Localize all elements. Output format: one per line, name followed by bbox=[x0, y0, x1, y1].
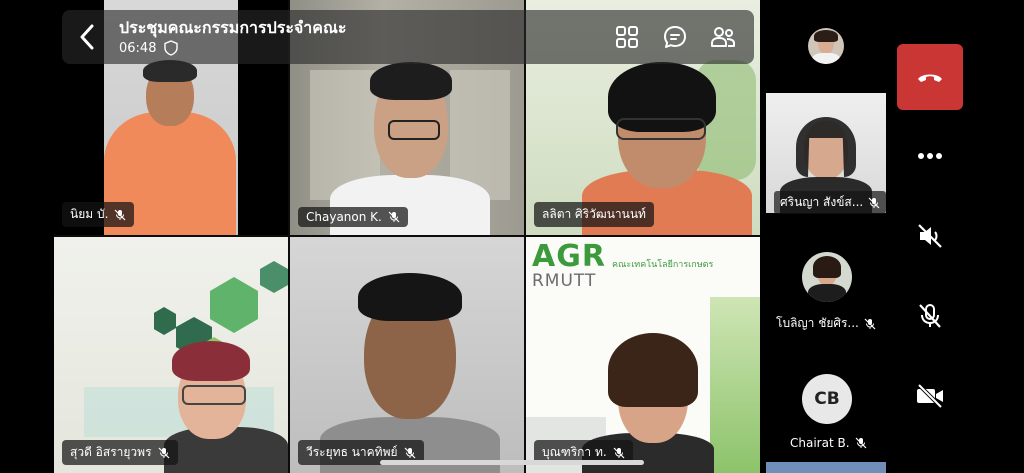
speaker-button[interactable] bbox=[914, 220, 946, 252]
mic-off-icon bbox=[864, 318, 876, 329]
rail-name-tag: ศรินญา สังข์ส... bbox=[774, 191, 887, 214]
participant-name: Chayanon K. bbox=[306, 210, 382, 224]
meeting-timer: 06:48 bbox=[119, 41, 157, 56]
participant-name: ลลิตา ศิริวัฒนานนท์ bbox=[542, 207, 646, 221]
video-tile-4[interactable]: สุวดี อิสรายุวพร bbox=[54, 237, 288, 473]
participant-name: สุวดี อิสรายุวพร bbox=[70, 445, 152, 459]
mic-off-icon bbox=[158, 447, 169, 458]
participant-rail: ศรินญา สังข์ส... โบลิญา ชัยศิร... CB Cha… bbox=[764, 0, 888, 473]
chat-icon[interactable] bbox=[662, 24, 688, 50]
home-indicator[interactable] bbox=[380, 460, 644, 465]
mic-button[interactable] bbox=[914, 300, 946, 332]
video-tile-6[interactable]: AGR RMUTT คณะเทคโนโลยีการเกษตร บุณฑริกา … bbox=[526, 237, 760, 473]
meeting-title: ประชุมคณะกรรมการประจำคณะ bbox=[119, 18, 347, 37]
more-button[interactable] bbox=[914, 140, 946, 172]
shield-icon bbox=[164, 40, 178, 56]
mic-off-icon bbox=[855, 437, 866, 449]
more-icon bbox=[918, 153, 942, 159]
speaker-off-icon bbox=[918, 224, 942, 248]
participant-name: Chairat B. bbox=[790, 436, 850, 450]
participant-video bbox=[526, 237, 760, 473]
participant-avatar[interactable] bbox=[802, 252, 852, 302]
rail-name-tag: Chairat B. bbox=[790, 436, 867, 450]
participant-name: นิยม บั. bbox=[70, 207, 109, 221]
end-call-icon bbox=[918, 74, 942, 82]
camera-off-icon bbox=[917, 383, 943, 409]
mic-off-icon bbox=[613, 447, 625, 458]
mic-off-icon bbox=[388, 211, 400, 223]
grid-view-icon[interactable] bbox=[614, 24, 640, 50]
mic-off-icon bbox=[919, 304, 941, 328]
participants-icon[interactable] bbox=[710, 24, 736, 50]
camera-button[interactable] bbox=[914, 380, 946, 412]
rail-next-tile[interactable] bbox=[766, 462, 886, 473]
video-grid: นิยม บั. Chayanon K. ลลิตา ศิริวัฒนานนท์… bbox=[54, 0, 760, 473]
participant-video bbox=[290, 237, 524, 473]
back-button[interactable] bbox=[72, 22, 102, 52]
participant-name: ศรินญา สังข์ส... bbox=[780, 195, 864, 209]
rail-name-tag: โบลิญา ชัยศิร... bbox=[776, 314, 876, 333]
participant-name-tag: ลลิตา ศิริวัฒนานนท์ bbox=[534, 202, 654, 227]
participant-name: โบลิญา ชัยศิร... bbox=[776, 316, 859, 330]
chevron-left-icon bbox=[80, 24, 94, 50]
participant-video bbox=[54, 237, 288, 473]
video-tile-5[interactable]: วีระยุทธ นาคทิพย์ bbox=[290, 237, 524, 473]
participant-name-tag: นิยม บั. bbox=[62, 202, 135, 227]
mic-off-icon bbox=[114, 209, 126, 220]
meeting-header: ประชุมคณะกรรมการประจำคณะ 06:48 bbox=[62, 10, 754, 64]
mic-off-icon bbox=[404, 447, 415, 458]
participant-name-tag: สุวดี อิสรายุวพร bbox=[62, 440, 178, 465]
end-call-button[interactable] bbox=[897, 44, 963, 110]
call-controls bbox=[888, 0, 1024, 473]
participant-initials-avatar[interactable]: CB bbox=[802, 374, 852, 424]
self-avatar[interactable] bbox=[808, 28, 844, 64]
mic-off-icon bbox=[868, 197, 880, 208]
participant-name-tag: Chayanon K. bbox=[298, 207, 408, 227]
